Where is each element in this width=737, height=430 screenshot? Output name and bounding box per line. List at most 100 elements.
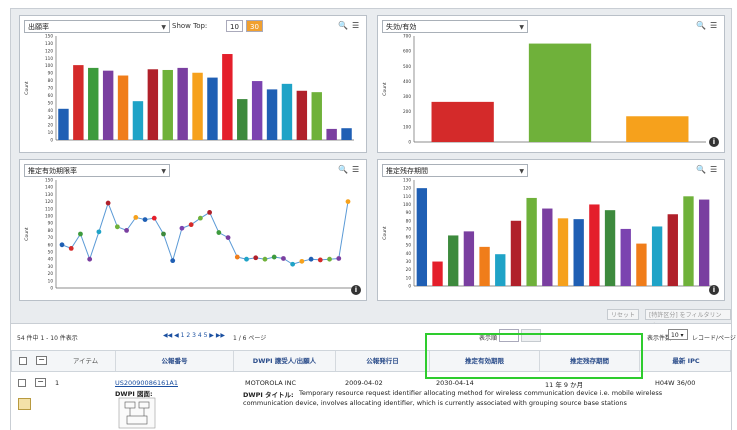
filter-button[interactable]: [特許区分] をフィルタリング	[645, 309, 731, 330]
bar[interactable]	[117, 75, 129, 140]
bar[interactable]	[222, 54, 233, 140]
bar[interactable]	[88, 67, 99, 140]
bar[interactable]	[479, 246, 490, 286]
bar[interactable]	[626, 116, 689, 142]
point[interactable]	[308, 256, 314, 262]
point[interactable]	[78, 231, 83, 237]
bar[interactable]	[147, 69, 159, 140]
drawing-thumbnail-icon[interactable]	[18, 398, 31, 410]
reset-button[interactable]: リセット	[607, 309, 640, 320]
point[interactable]	[197, 215, 203, 221]
per-page-suffix: レコード/ページ	[692, 335, 736, 342]
point[interactable]	[161, 231, 166, 237]
point[interactable]	[96, 229, 102, 235]
col-ipc[interactable]: 最新 IPC	[640, 351, 732, 371]
expand-row-button[interactable]: −	[35, 378, 46, 387]
bar[interactable]	[326, 128, 337, 140]
bar[interactable]	[463, 231, 475, 286]
bar[interactable]	[432, 261, 443, 286]
title-line-2: communication device, involves allocatin…	[243, 399, 627, 407]
point[interactable]	[271, 254, 277, 260]
point[interactable]	[216, 230, 222, 235]
point[interactable]	[105, 200, 111, 206]
bar[interactable]	[416, 188, 428, 286]
y-tick-label: 80	[48, 78, 54, 83]
point[interactable]	[124, 228, 129, 233]
bar[interactable]	[177, 67, 188, 140]
info-icon[interactable]: i	[351, 285, 361, 295]
col-number[interactable]: 公報番号	[116, 351, 234, 371]
point[interactable]	[114, 224, 120, 230]
col-pub-date[interactable]: 公報発行日	[336, 351, 430, 371]
bar[interactable]	[510, 220, 522, 286]
bar[interactable]	[448, 235, 459, 286]
col-assignee[interactable]: DWPI 譲受人/出願人	[234, 351, 336, 371]
bar[interactable]	[636, 243, 647, 286]
point[interactable]	[281, 256, 286, 261]
bar[interactable]	[431, 101, 494, 142]
bar[interactable]	[620, 228, 631, 286]
point[interactable]	[225, 235, 231, 240]
point[interactable]	[207, 210, 213, 215]
point[interactable]	[87, 256, 93, 262]
point[interactable]	[68, 246, 74, 251]
bar[interactable]	[495, 254, 506, 286]
point[interactable]	[290, 261, 296, 267]
point[interactable]	[170, 258, 176, 264]
point[interactable]	[345, 199, 351, 204]
point[interactable]	[179, 225, 185, 231]
bar[interactable]	[557, 218, 569, 286]
bar[interactable]	[542, 208, 553, 286]
bar[interactable]	[528, 43, 592, 142]
info-icon[interactable]: i	[709, 285, 719, 295]
bar[interactable]	[162, 69, 173, 140]
bar[interactable]	[102, 70, 114, 140]
patent-number-link[interactable]: US20090086161A1	[115, 379, 178, 387]
bar[interactable]	[251, 81, 263, 140]
patent-drawing-thumbnail[interactable]	[115, 396, 163, 430]
point[interactable]	[142, 217, 148, 222]
bar[interactable]	[604, 210, 616, 286]
point[interactable]	[262, 256, 268, 262]
per-page-select[interactable]: 10 ▾	[668, 329, 688, 340]
col-item[interactable]: アイテム	[56, 351, 116, 371]
bar[interactable]	[698, 199, 710, 286]
point[interactable]	[59, 242, 65, 248]
bar[interactable]	[573, 219, 584, 286]
bar[interactable]	[296, 90, 308, 140]
bar[interactable]	[651, 226, 663, 286]
point[interactable]	[317, 257, 323, 263]
point[interactable]	[327, 256, 332, 262]
pager-numbers[interactable]: 1 2 3 4 5	[181, 332, 208, 339]
bar[interactable]	[526, 197, 537, 286]
bar[interactable]	[589, 204, 600, 286]
point[interactable]	[133, 215, 139, 220]
pager[interactable]: ◀◀ ◀ 1 2 3 4 5 ▶ ▶▶	[163, 332, 225, 339]
collapse-all-button[interactable]: −	[36, 356, 47, 365]
y-tick-label: 90	[48, 221, 54, 226]
point[interactable]	[188, 222, 194, 228]
bar[interactable]	[683, 196, 694, 286]
bar[interactable]	[58, 108, 69, 140]
point[interactable]	[253, 255, 259, 261]
point[interactable]	[244, 256, 249, 262]
info-icon[interactable]: i	[709, 137, 719, 147]
select-all-checkbox[interactable]	[19, 357, 27, 365]
bar[interactable]	[281, 83, 293, 140]
point[interactable]	[336, 256, 342, 261]
bar[interactable]	[192, 72, 203, 140]
bar[interactable]	[237, 99, 248, 140]
bar[interactable]	[311, 92, 322, 140]
y-tick-label: 110	[403, 194, 411, 199]
bar[interactable]	[266, 89, 278, 140]
point[interactable]	[151, 215, 157, 221]
point[interactable]	[234, 254, 240, 260]
bar[interactable]	[667, 214, 678, 286]
bar[interactable]	[132, 101, 144, 140]
y-tick-label: 0	[408, 140, 411, 145]
bar[interactable]	[207, 77, 218, 140]
bar[interactable]	[73, 65, 84, 140]
row-checkbox[interactable]	[18, 379, 26, 387]
point[interactable]	[299, 258, 305, 264]
bar[interactable]	[341, 128, 352, 140]
